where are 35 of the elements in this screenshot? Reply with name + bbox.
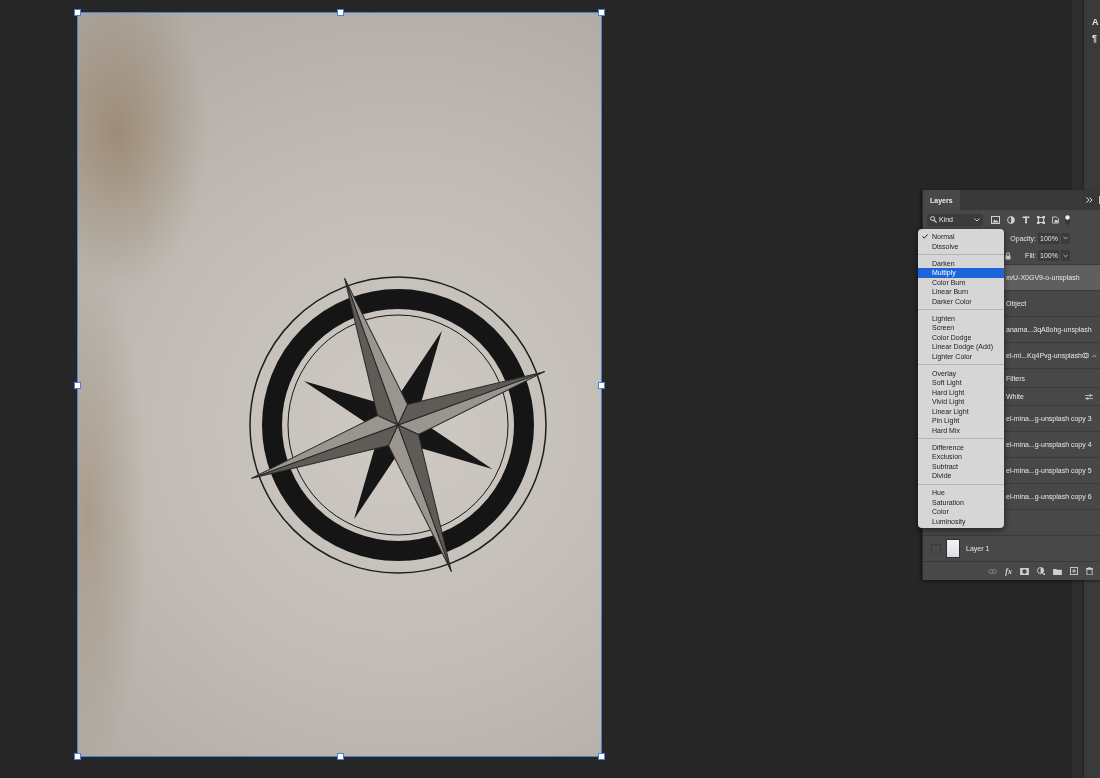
transform-handle[interactable] [598,9,605,16]
image-icon[interactable] [991,215,1000,224]
toggle-icon[interactable] [1065,214,1070,225]
transform-handle[interactable] [336,9,344,16]
square-frame-icon[interactable] [1037,215,1045,224]
dock-panel-button[interactable]: ¶ [1092,32,1097,44]
lock-icon[interactable] [1005,251,1011,260]
chevron-down-icon [1063,236,1068,240]
transform-handle[interactable] [74,9,81,16]
opacity-dropdown-button[interactable] [1061,232,1070,244]
folder-icon[interactable] [1053,567,1062,575]
half-circle-icon[interactable] [1007,215,1015,224]
link-icon[interactable] [988,568,998,574]
transform-handle[interactable] [74,381,81,389]
search-icon [930,216,937,223]
type-icon[interactable] [1022,215,1030,224]
effects-button[interactable]: fx [1005,566,1012,576]
transform-handle[interactable] [336,753,344,760]
linked-circles-icon[interactable] [1081,352,1090,359]
transform-handle[interactable] [598,753,605,760]
transform-handle[interactable] [598,381,605,389]
half-circle-icon[interactable] [1037,567,1045,575]
sliders-icon[interactable] [1085,393,1093,400]
document-icon[interactable] [1052,215,1059,224]
dock-panel-button[interactable]: A [1092,16,1099,28]
fill-dropdown-button[interactable] [1061,250,1070,261]
caret-icon[interactable] [1092,353,1097,358]
layer-thumbnail [946,539,960,558]
transform-handle[interactable] [74,753,81,760]
chevron-down-icon [1063,253,1068,258]
double-chevron-icon[interactable] [1086,197,1093,203]
mask-icon[interactable] [1020,567,1029,575]
new-layer-icon[interactable] [1070,567,1078,575]
trash-icon[interactable] [1086,567,1093,575]
chevron-down-icon [974,217,980,222]
